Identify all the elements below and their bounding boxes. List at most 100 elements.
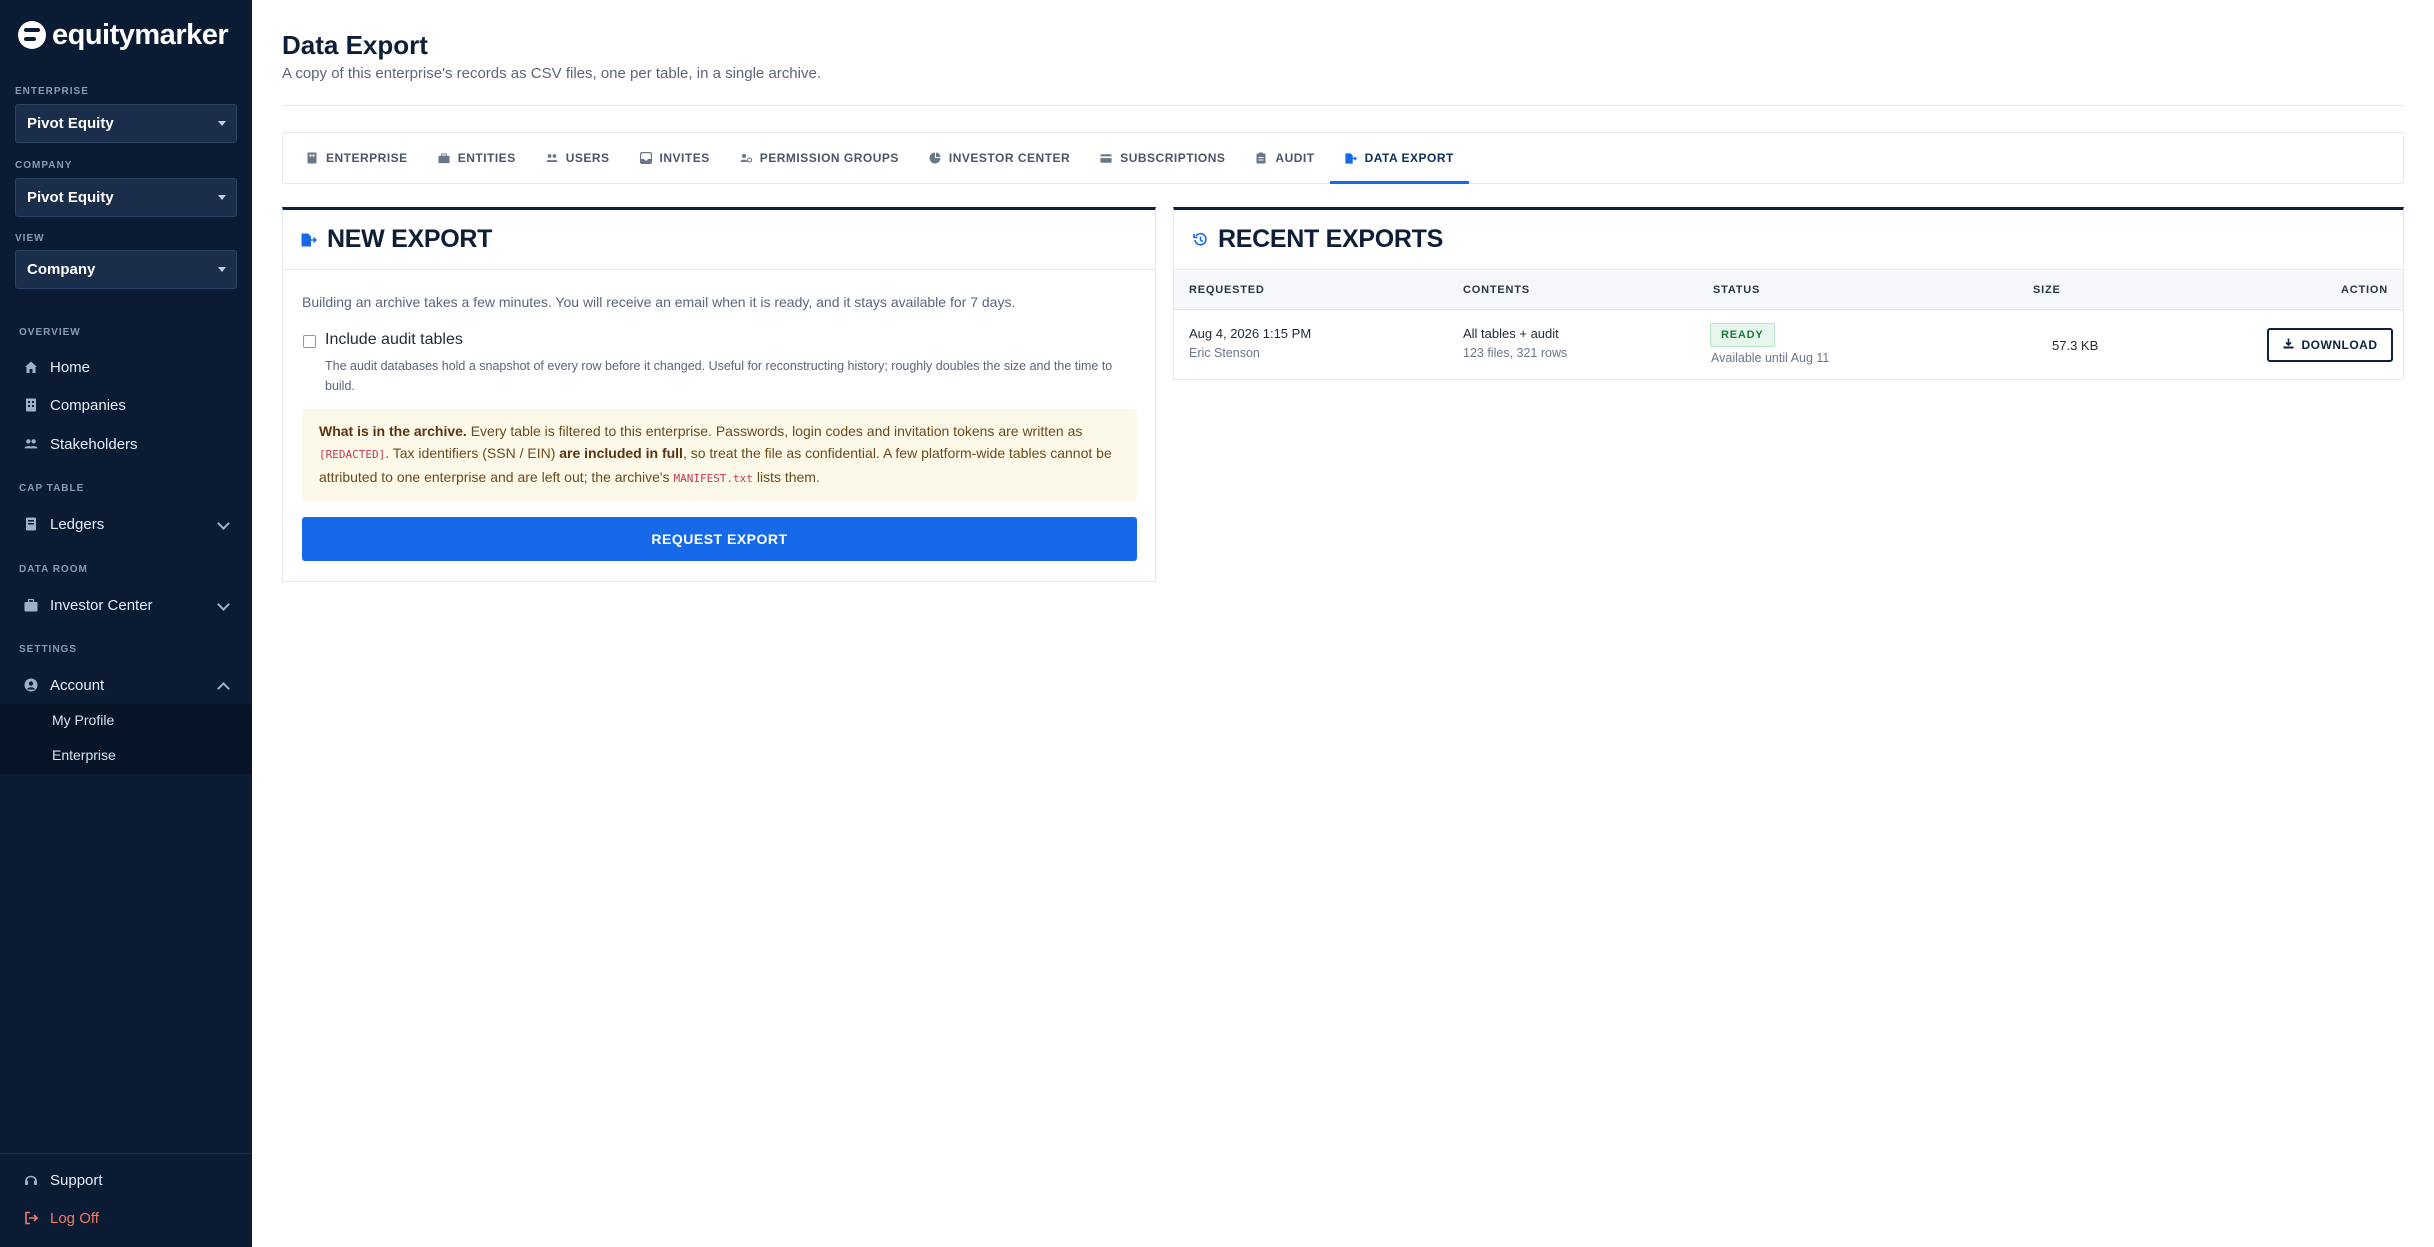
page-title: Data Export [282,30,428,60]
sidebar-subitem-enterprise[interactable]: Enterprise [52,747,116,763]
view-selector-label: VIEW [15,233,45,244]
book-icon [24,517,38,531]
tab-audit[interactable]: AUDIT [1240,133,1329,183]
divider [282,105,2404,106]
brand-name: equitymarker [52,18,229,51]
sidebar-item-ledgers[interactable]: Ledgers [0,507,252,541]
sidebar-item-label: Investor Center [50,596,153,614]
download-label: DOWNLOAD [2301,338,2378,352]
tab-enterprise[interactable]: ENTERPRISE [291,133,423,183]
download-icon [2283,338,2294,352]
nav-section-settings: SETTINGS [19,644,78,655]
view-selector-value: Company [27,261,96,278]
sidebar-item-label: Account [50,676,105,694]
notice-text-1: Every table is filtered to this enterpri… [466,423,1083,439]
sidebar-item-support[interactable]: Support [0,1163,252,1197]
tab-users[interactable]: USERS [531,133,625,183]
main-content: Data Export A copy of this enterprise's … [252,0,2434,1247]
tab-subscriptions[interactable]: SUBSCRIPTIONS [1085,133,1240,183]
chart-pie-icon [929,152,941,164]
settings-tabs: ENTERPRISE ENTITIES USERS INVITES PERMIS… [282,132,2404,184]
chevron-up-icon [217,682,230,695]
chevron-down-icon [217,517,230,530]
tab-label: ENTITIES [457,151,516,165]
tab-label: INVESTOR CENTER [948,151,1071,165]
row-status-detail: Available until Aug 11 [1711,351,1830,365]
sidebar-item-label: Stakeholders [50,435,138,453]
sidebar-item-label: Ledgers [50,515,105,533]
sidebar-item-investor-center[interactable]: Investor Center [0,588,252,622]
column-header-status[interactable]: STATUS [1713,284,1760,296]
history-icon [1192,232,1208,248]
company-selector-value: Pivot Equity [27,189,114,206]
tab-data-export[interactable]: DATA EXPORT [1329,133,1470,184]
status-badge: READY [1710,323,1775,347]
row-contents: All tables + audit [1463,326,1559,341]
file-export-icon [301,232,317,248]
column-header-size[interactable]: SIZE [2033,284,2061,296]
column-header-requested[interactable]: REQUESTED [1189,284,1265,296]
tab-label: ENTERPRISE [326,151,408,165]
card-header: RECENT EXPORTS [1174,210,2403,270]
sidebar-item-label: Support [50,1171,103,1189]
include-audit-help: The audit databases hold a snapshot of e… [325,359,1113,393]
download-button[interactable]: DOWNLOAD [2267,328,2393,362]
export-info-text: Building an archive takes a few minutes.… [302,294,1016,310]
user-circle-icon [24,678,38,692]
sidebar-item-label: Log Off [50,1209,99,1227]
logout-icon [24,1211,38,1225]
tab-label: DATA EXPORT [1364,151,1454,165]
sidebar-item-stakeholders[interactable]: Stakeholders [0,427,252,461]
sidebar-item-home[interactable]: Home [0,350,252,384]
view-selector[interactable]: Company [15,250,237,289]
sidebar: equitymarker ENTERPRISE Pivot Equity COM… [0,0,252,1247]
request-export-button[interactable]: REQUEST EXPORT [302,517,1137,561]
row-size: 57.3 KB [2052,338,2099,353]
tab-investor-center[interactable]: INVESTOR CENTER [914,133,1085,183]
enterprise-selector[interactable]: Pivot Equity [15,104,237,143]
sidebar-item-label: Home [50,358,91,376]
tab-label: INVITES [659,151,710,165]
tab-entities[interactable]: ENTITIES [423,133,531,183]
card-title: NEW EXPORT [327,225,493,253]
briefcase-icon [24,598,38,612]
page-subtitle: A copy of this enterprise's records as C… [282,65,821,82]
sidebar-subitem-my-profile[interactable]: My Profile [52,712,114,728]
row-contents-detail: 123 files, 321 rows [1463,346,1568,360]
column-header-contents[interactable]: CONTENTS [1463,284,1530,296]
sidebar-item-label: Companies [50,396,126,414]
column-header-action[interactable]: ACTION [2341,284,2388,296]
users-icon [24,437,38,451]
enterprise-selector-value: Pivot Equity [27,115,114,132]
table-header: REQUESTED CONTENTS STATUS SIZE ACTION [1174,271,2403,310]
sidebar-item-companies[interactable]: Companies [0,388,252,422]
nav-section-overview: OVERVIEW [19,327,81,338]
new-export-card: NEW EXPORT Building an archive takes a f… [282,207,1156,582]
include-audit-checkbox[interactable] [303,335,316,348]
chevron-down-icon [217,598,230,611]
notice-code-manifest: MANIFEST.txt [673,472,753,485]
headset-icon [24,1173,38,1187]
enterprise-selector-label: ENTERPRISE [15,86,89,97]
nav-section-cap-table: CAP TABLE [19,483,85,494]
caret-down-icon [218,267,226,272]
brand-logo[interactable]: equitymarker [18,18,229,52]
tab-permission-groups[interactable]: PERMISSION GROUPS [725,133,914,183]
tab-label: AUDIT [1275,151,1315,165]
tab-label: PERMISSION GROUPS [759,151,899,165]
tab-invites[interactable]: INVITES [625,133,725,183]
company-selector-label: COMPANY [15,160,73,171]
company-selector[interactable]: Pivot Equity [15,178,237,217]
building-icon [306,152,318,164]
include-audit-label[interactable]: Include audit tables [325,331,463,349]
users-icon [546,152,558,164]
home-icon [24,360,38,374]
user-cog-icon [740,152,752,164]
sidebar-item-account[interactable]: Account [0,668,252,702]
credit-card-icon [1100,152,1112,164]
sidebar-item-log-off[interactable]: Log Off [0,1201,252,1235]
notice-text-2: . Tax identifiers (SSN / EIN) [385,445,560,461]
sidebar-divider [0,1153,252,1154]
row-requested-date: Aug 4, 2026 1:15 PM [1189,326,1312,341]
notice-code-redacted: [REDACTED] [319,448,386,461]
